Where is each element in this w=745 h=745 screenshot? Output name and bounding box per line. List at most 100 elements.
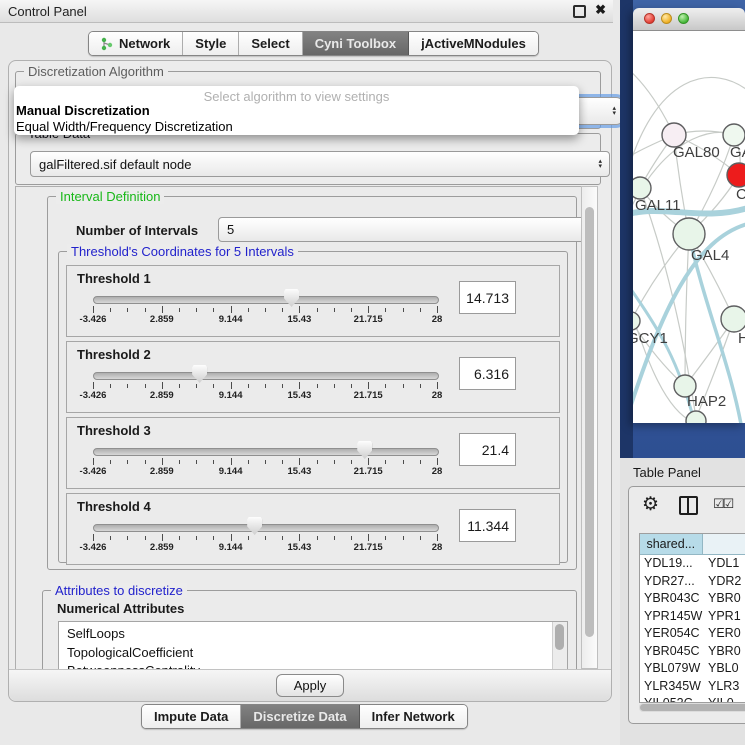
cell-shared-name: YBL079W xyxy=(640,660,708,678)
scale-label: 2.859 xyxy=(150,466,174,477)
threshold-slider-track[interactable] xyxy=(93,524,439,532)
tab-label: Impute Data xyxy=(154,709,228,724)
num-intervals-combo[interactable]: 5 ▴▾ xyxy=(218,217,582,242)
scale-label: 15.43 xyxy=(288,390,312,401)
tab-discretize-data[interactable]: Discretize Data xyxy=(241,705,359,728)
slider-thumb[interactable] xyxy=(192,365,207,383)
tick-mark xyxy=(162,534,163,541)
float-window-icon[interactable] xyxy=(573,5,586,18)
tab-jactivemnodules[interactable]: jActiveMNodules xyxy=(409,32,538,55)
slider-thumb[interactable] xyxy=(357,441,372,459)
tick-mark xyxy=(93,306,94,313)
tick-mark xyxy=(231,534,232,541)
table-row[interactable]: YBR045CYBR0 xyxy=(640,643,745,661)
select-columns-icon[interactable]: ☑☑ xyxy=(713,496,732,512)
attribute-item-topologicalcoefficient[interactable]: TopologicalCoefficient xyxy=(59,644,567,663)
table-row[interactable]: YBL079WYBL0 xyxy=(640,660,745,678)
tick-mark xyxy=(213,308,214,312)
slider-thumb[interactable] xyxy=(247,517,262,535)
close-icon[interactable]: ✖ xyxy=(595,2,606,18)
tab-infer-network[interactable]: Infer Network xyxy=(360,705,467,728)
network-window[interactable]: GAL80GACGAL11GAL4GCY1HHAP2 xyxy=(633,8,745,423)
network-node-gcy1[interactable] xyxy=(633,312,640,330)
tab-select[interactable]: Select xyxy=(239,32,302,55)
node-label: C xyxy=(736,186,745,203)
network-node-gal11[interactable] xyxy=(633,177,651,199)
cell-name: YLR3 xyxy=(708,678,745,696)
tick-mark xyxy=(127,460,128,464)
tick-mark xyxy=(248,384,249,388)
slider-thumb[interactable] xyxy=(284,289,299,307)
tick-mark xyxy=(282,460,283,464)
network-node-h[interactable] xyxy=(721,306,745,332)
table-row[interactable]: YLR345WYLR3 xyxy=(640,678,745,696)
scale-label: 15.43 xyxy=(288,314,312,325)
threshold-value-field[interactable]: 11.344 xyxy=(459,509,516,542)
cell-shared-name: YLR345W xyxy=(640,678,708,696)
column-header-name[interactable]: n xyxy=(703,534,745,555)
tab-style[interactable]: Style xyxy=(183,32,239,55)
tick-mark xyxy=(317,460,318,464)
table-row[interactable]: YPR145WYPR1 xyxy=(640,608,745,626)
node-label: GA xyxy=(730,144,745,161)
threshold-slider-track[interactable] xyxy=(93,296,439,304)
tick-mark xyxy=(93,382,94,389)
tick-mark xyxy=(265,384,266,388)
tick-mark xyxy=(248,536,249,540)
cell-name: YER0 xyxy=(708,625,745,643)
threshold-label: Threshold 1 xyxy=(77,271,151,286)
table-row[interactable]: YDL19...YDL1 xyxy=(640,555,745,573)
node-label: GAL80 xyxy=(673,144,720,161)
table-horizontal-scrollbar[interactable] xyxy=(639,703,745,712)
list-scrollbar[interactable] xyxy=(552,622,567,671)
table-row[interactable]: YBR043CYBR0 xyxy=(640,590,745,608)
attribute-item-selfloops[interactable]: SelfLoops xyxy=(59,625,567,644)
table-row[interactable]: YIL052CYIL0 xyxy=(640,695,745,702)
network-node-gal4[interactable] xyxy=(673,218,705,250)
minimize-traffic-light-icon[interactable] xyxy=(661,13,672,24)
algorithm-option-manual-discretization[interactable]: Manual Discretization xyxy=(14,103,579,119)
tick-mark xyxy=(317,536,318,540)
tick-mark xyxy=(213,384,214,388)
table-data-combo[interactable]: galFiltered.sif default node ▴▾ xyxy=(30,151,610,177)
numerical-attributes-list[interactable]: SelfLoopsTopologicalCoefficientBetweenne… xyxy=(58,621,568,671)
threshold-value-field[interactable]: 6.316 xyxy=(459,357,516,390)
scale-label: 9.144 xyxy=(219,542,243,553)
gear-icon[interactable]: ⚙ xyxy=(642,493,659,516)
table-row[interactable]: YER054CYER0 xyxy=(640,625,745,643)
network-node-ga[interactable] xyxy=(723,124,745,146)
threshold-value-field[interactable]: 21.4 xyxy=(459,433,516,466)
tick-mark xyxy=(299,458,300,465)
algorithm-option-equal-width-frequency-discretization[interactable]: Equal Width/Frequency Discretization xyxy=(14,119,579,135)
tick-mark xyxy=(334,460,335,464)
tab-cyni-toolbox[interactable]: Cyni Toolbox xyxy=(303,32,409,55)
threshold-slider-track[interactable] xyxy=(93,372,439,380)
column-header-shared-name[interactable]: shared... xyxy=(640,534,703,555)
network-window-titlebar[interactable] xyxy=(633,8,745,31)
attributes-group: Attributes to discretize Numerical Attri… xyxy=(42,590,577,671)
network-node[interactable] xyxy=(686,411,706,423)
network-canvas[interactable]: GAL80GACGAL11GAL4GCY1HHAP2 xyxy=(633,31,745,423)
scrollbar-thumb[interactable] xyxy=(640,704,745,711)
table-row[interactable]: YDR27...YDR2 xyxy=(640,573,745,591)
tick-mark xyxy=(368,382,369,389)
apply-button[interactable]: Apply xyxy=(276,674,344,697)
tab-impute-data[interactable]: Impute Data xyxy=(142,705,241,728)
network-node-c[interactable] xyxy=(727,163,745,187)
scrollbar-thumb[interactable] xyxy=(585,207,594,637)
tick-mark xyxy=(334,308,335,312)
threshold-slider-track[interactable] xyxy=(93,448,439,456)
zoom-traffic-light-icon[interactable] xyxy=(678,13,689,24)
threshold-value-field[interactable]: 14.713 xyxy=(459,281,516,314)
scale-label: -3.426 xyxy=(80,542,107,553)
cell-shared-name: YIL052C xyxy=(640,695,708,702)
settings-scrollbar[interactable] xyxy=(581,186,598,669)
control-panel-titlebar: Control Panel ✖ xyxy=(0,0,613,23)
close-traffic-light-icon[interactable] xyxy=(644,13,655,24)
tick-mark xyxy=(299,382,300,389)
columns-icon[interactable] xyxy=(679,496,698,515)
tab-network[interactable]: Network xyxy=(89,32,183,55)
table-window: ⚙ ☑☑ shared... n YDL19...YDL1YDR27...YDR… xyxy=(628,486,745,724)
tick-mark xyxy=(179,384,180,388)
tick-mark xyxy=(385,384,386,388)
